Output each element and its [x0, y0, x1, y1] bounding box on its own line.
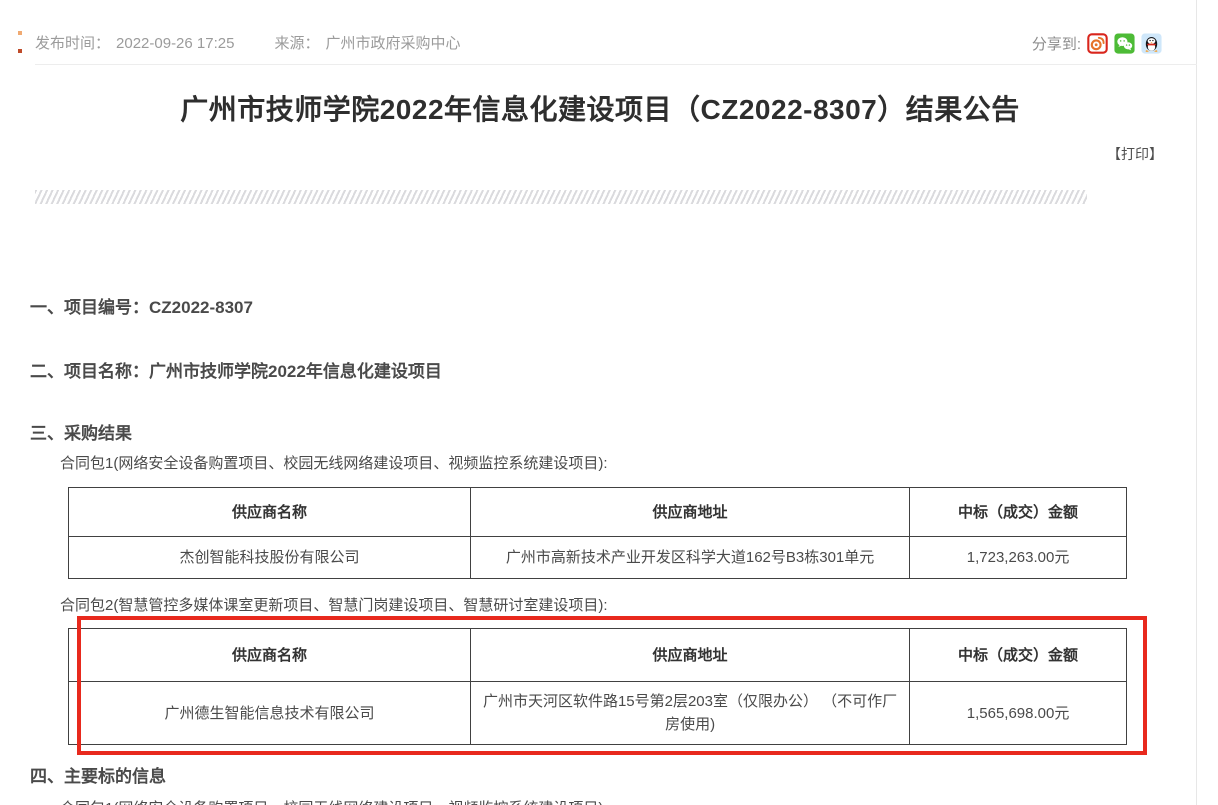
supplier-address-cell: 广州市天河区软件路15号第2层203室（仅限办公） （不可作厂房使用) — [471, 682, 910, 745]
supplier-name-cell: 广州德生智能信息技术有限公司 — [69, 682, 471, 745]
qq-icon[interactable] — [1141, 33, 1162, 54]
left-edge-artifact — [18, 31, 22, 35]
publish-time-label: 发布时间： — [35, 35, 110, 52]
section-procurement-result: 三、采购结果 — [30, 419, 132, 444]
section-project-number: 一、项目编号：CZ2022-8307 — [30, 293, 253, 318]
hatched-divider — [35, 190, 1087, 204]
source-value: 广州市政府采购中心 — [325, 35, 460, 52]
table-header-row: 供应商名称 供应商地址 中标（成交）金额 — [69, 488, 1127, 537]
page-right-border — [1196, 0, 1197, 805]
source-label: 来源： — [274, 35, 319, 52]
package2-result-table: 供应商名称 供应商地址 中标（成交）金额 广州德生智能信息技术有限公司 广州市天… — [68, 628, 1127, 745]
table-row: 杰创智能科技股份有限公司 广州市高新技术产业开发区科学大道162号B3栋301单… — [69, 537, 1127, 579]
award-amount-cell: 1,723,263.00元 — [910, 537, 1127, 579]
col-header-supplier-name: 供应商名称 — [69, 488, 471, 537]
procurement-result-page: 发布时间： 2022-09-26 17:25 来源： 广州市政府采购中心 分享到: — [0, 0, 1218, 805]
col-header-award-amount: 中标（成交）金额 — [910, 488, 1127, 537]
page-title: 广州市技师学院2022年信息化建设项目（CZ2022-8307）结果公告 — [35, 88, 1165, 128]
share-group: 分享到: — [1032, 33, 1162, 54]
col-header-supplier-address: 供应商地址 — [471, 629, 910, 682]
left-edge-artifact — [18, 49, 22, 53]
weibo-icon[interactable] — [1087, 33, 1108, 54]
section-main-subject-info: 四、主要标的信息 — [30, 762, 166, 787]
col-header-award-amount: 中标（成交）金额 — [910, 629, 1127, 682]
package2-intro: 合同包2(智慧管控多媒体课室更新项目、智慧门岗建设项目、智慧研讨室建设项目): — [60, 594, 608, 615]
meta-bar: 发布时间： 2022-09-26 17:25 来源： 广州市政府采购中心 — [35, 32, 466, 53]
col-header-supplier-address: 供应商地址 — [471, 488, 910, 537]
supplier-name-cell: 杰创智能科技股份有限公司 — [69, 537, 471, 579]
bottom-clipped-text: 合同包1(网络安全设备购置项目、校园无线网络建设项目、视频监控系统建设项目): — [60, 797, 608, 805]
award-amount-cell: 1,565,698.00元 — [910, 682, 1127, 745]
publish-time-value: 2022-09-26 17:25 — [116, 35, 234, 52]
wechat-icon[interactable] — [1114, 33, 1135, 54]
share-label: 分享到: — [1032, 33, 1081, 54]
meta-divider — [35, 64, 1197, 65]
table-header-row: 供应商名称 供应商地址 中标（成交）金额 — [69, 629, 1127, 682]
table-row: 广州德生智能信息技术有限公司 广州市天河区软件路15号第2层203室（仅限办公）… — [69, 682, 1127, 745]
package1-intro: 合同包1(网络安全设备购置项目、校园无线网络建设项目、视频监控系统建设项目): — [60, 452, 608, 473]
print-button[interactable]: 【打印】 — [1107, 144, 1163, 164]
package1-result-table: 供应商名称 供应商地址 中标（成交）金额 杰创智能科技股份有限公司 广州市高新技… — [68, 487, 1127, 579]
section-project-name: 二、项目名称：广州市技师学院2022年信息化建设项目 — [30, 357, 442, 382]
supplier-address-cell: 广州市高新技术产业开发区科学大道162号B3栋301单元 — [471, 537, 910, 579]
col-header-supplier-name: 供应商名称 — [69, 629, 471, 682]
